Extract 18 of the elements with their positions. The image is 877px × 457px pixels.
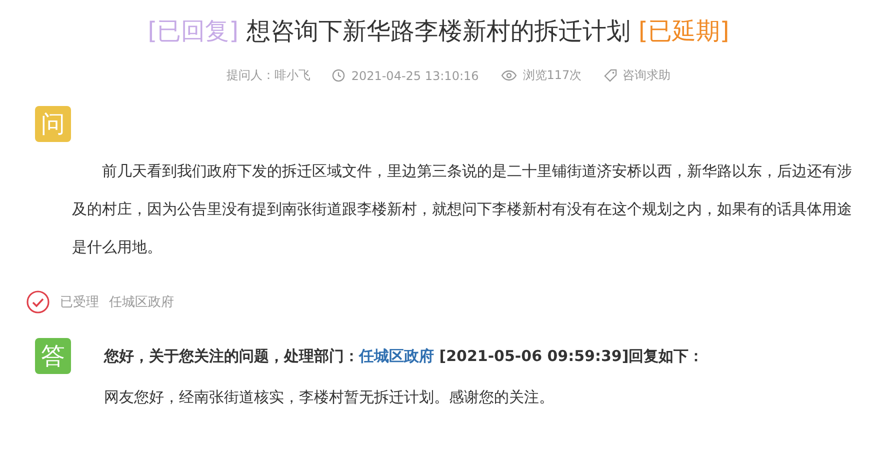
department-name: 任城区政府 [109, 294, 174, 311]
department-link[interactable]: 任城区政府 [359, 347, 434, 365]
meta-text: 浏览117次 [522, 67, 582, 84]
meta-text: 咨询求助 [622, 67, 671, 84]
answer-badge: 答 [35, 338, 71, 374]
status-label: 已受理 [60, 294, 99, 311]
question-title: 想咨询下新华路李楼新村的拆迁计划 [246, 16, 630, 47]
answer-header: 您好，关于您关注的问题，处理部门：任城区政府 [2021-05-06 09:59:39]回复如下： [104, 347, 704, 366]
meta-text: 2021-04-25 13:10:16 [351, 68, 479, 82]
status-tag: [已回复] [148, 15, 238, 47]
meta-text: 提问人：啡小飞 [226, 67, 310, 84]
question-badge: 问 [35, 106, 71, 142]
question-text: 前几天看到我们政府下发的拆迁区域文件，里边第三条说的是二十里铺街道济安桥以西，新华路以东，后边还有涉及的村庄，因为公告里没有提到南张街道跟李楼新村，就想问下李楼新村有没有在这个规划之内，如果有的话具体用途是什么用地。 [72, 161, 853, 258]
answer-text: 网友您好，经南张街道核实，李楼村暂无拆迁计划。感谢您的关注。 [104, 388, 555, 407]
tag-icon [604, 69, 617, 82]
clock-icon [332, 69, 346, 82]
eye-icon [500, 70, 517, 81]
status-tag: [已延期] [638, 15, 730, 47]
